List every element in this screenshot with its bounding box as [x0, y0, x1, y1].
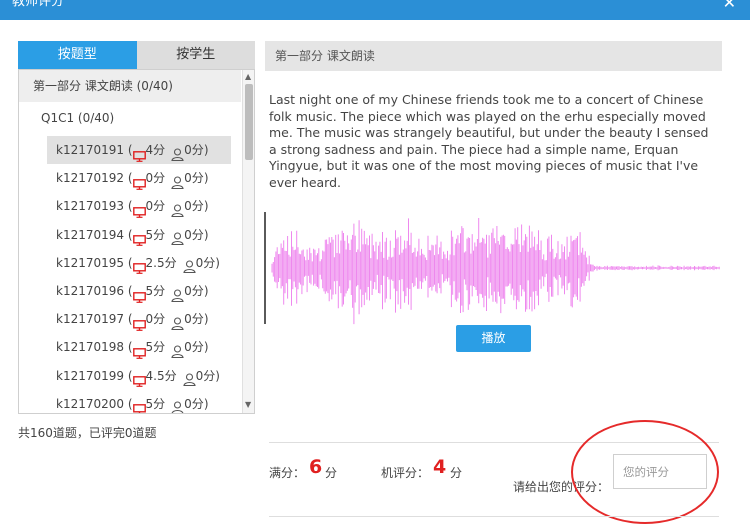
person-icon — [171, 284, 184, 302]
person-icon — [171, 199, 184, 217]
progress-summary: 共160道题，已评完0道题 — [18, 426, 157, 440]
list-item[interactable]: k12170198 (5分 0分) — [47, 333, 231, 361]
list-item[interactable]: k12170194 (5分 0分) — [47, 221, 231, 249]
list-item[interactable]: k12170193 (0分 0分) — [47, 192, 231, 220]
person-icon — [183, 368, 196, 387]
question-header: 第一部分 课文朗读 — [265, 41, 722, 71]
student-id: k12170191 — [56, 143, 125, 157]
list-item[interactable]: k12170192 (0分 0分) — [47, 164, 231, 192]
computer-icon — [132, 285, 146, 303]
person-icon — [183, 255, 196, 274]
machine-score: 2.5分 — [145, 255, 177, 270]
machine-score: 4分 — [145, 143, 166, 157]
full-score-unit: 分 — [325, 466, 338, 480]
machine-score: 4.5分 — [145, 368, 177, 383]
student-id: k12170199 — [56, 368, 125, 383]
close-icon[interactable]: ✕ — [723, 0, 736, 12]
teacher-score: 0分 — [184, 199, 204, 214]
full-score-label: 满分： — [269, 466, 306, 480]
student-id: k12170194 — [56, 227, 125, 242]
student-list: 第一部分 课文朗读 (0/40) Q1C1 (0/40) k12170191 (… — [18, 69, 255, 414]
full-score-value: 6 — [309, 456, 323, 478]
student-id: k12170200 — [56, 396, 125, 411]
person-icon — [171, 143, 184, 161]
student-id: k12170192 — [56, 171, 125, 186]
machine-score-label: 机评分： — [381, 466, 430, 480]
tab-bar: 按题型 按学生 — [18, 41, 255, 69]
machine-score: 0分 — [145, 199, 166, 214]
question-node[interactable]: Q1C1 (0/40) — [41, 110, 114, 126]
tab-by-student[interactable]: 按学生 — [136, 41, 255, 69]
student-id: k12170197 — [56, 312, 125, 327]
your-score-label: 请给出您的评分： — [513, 480, 610, 494]
computer-icon — [132, 144, 146, 162]
machine-score: 0分 — [145, 312, 166, 327]
person-icon — [171, 227, 184, 246]
list-item[interactable]: k12170197 (0分 0分) — [47, 305, 231, 333]
computer-icon — [132, 313, 146, 331]
teacher-score: 0分 — [184, 396, 204, 411]
list-item[interactable]: k12170199 (4.5分 0分) — [47, 362, 231, 390]
person-icon — [171, 340, 184, 358]
computer-icon — [132, 397, 146, 413]
machine-score: 5分 — [145, 396, 166, 411]
teacher-score: 0分 — [195, 255, 216, 270]
scroll-down-icon[interactable]: ▼ — [245, 400, 251, 410]
person-icon — [171, 396, 184, 413]
tab-by-question-type[interactable]: 按题型 — [18, 41, 137, 69]
computer-icon — [132, 341, 146, 359]
computer-icon — [132, 369, 146, 387]
machine-score: 0分 — [145, 171, 166, 186]
teacher-score: 0分 — [184, 143, 204, 157]
audio-waveform[interactable] — [264, 210, 722, 326]
student-id: k12170196 — [56, 284, 125, 298]
machine-score: 5分 — [145, 227, 166, 242]
title-bar: 教师评分 ✕ — [0, 0, 750, 20]
list-item[interactable]: k12170195 (2.5分 0分) — [47, 249, 231, 277]
machine-score-unit: 分 — [450, 466, 463, 480]
computer-icon — [132, 256, 146, 275]
student-id: k12170193 — [56, 199, 125, 214]
teacher-score: 0分 — [184, 340, 204, 355]
machine-score: 5分 — [145, 284, 166, 298]
your-score-input[interactable] — [613, 454, 707, 489]
list-item[interactable]: k12170200 (5分 0分) — [47, 390, 231, 413]
teacher-score: 0分 — [184, 284, 204, 298]
person-icon — [171, 171, 184, 189]
waveform-bars — [271, 218, 720, 325]
divider — [269, 516, 719, 517]
list-item[interactable]: k12170191 (4分 0分) — [47, 136, 231, 164]
teacher-score: 0分 — [184, 312, 204, 327]
computer-icon — [132, 200, 146, 218]
divider — [269, 442, 719, 443]
machine-score: 5分 — [145, 340, 166, 355]
student-id: k12170198 — [56, 340, 125, 355]
student-id: k12170195 — [56, 255, 125, 270]
teacher-score: 0分 — [184, 171, 204, 186]
section-header[interactable]: 第一部分 课文朗读 (0/40) — [19, 70, 241, 102]
passage-text: Last night one of my Chinese friends too… — [269, 92, 709, 190]
teacher-score: 0分 — [184, 227, 204, 242]
machine-score-value: 4 — [433, 456, 447, 478]
scroll-thumb[interactable] — [245, 84, 253, 160]
computer-icon — [132, 228, 146, 246]
computer-icon — [132, 172, 146, 190]
play-button[interactable]: 播放 — [456, 325, 531, 352]
list-scrollbar[interactable]: ▲ ▼ — [242, 70, 254, 413]
window-title: 教师评分 — [12, 0, 65, 9]
teacher-score: 0分 — [195, 368, 216, 383]
scroll-up-icon[interactable]: ▲ — [245, 72, 251, 82]
person-icon — [171, 312, 184, 330]
list-item[interactable]: k12170196 (5分 0分) — [47, 277, 231, 305]
